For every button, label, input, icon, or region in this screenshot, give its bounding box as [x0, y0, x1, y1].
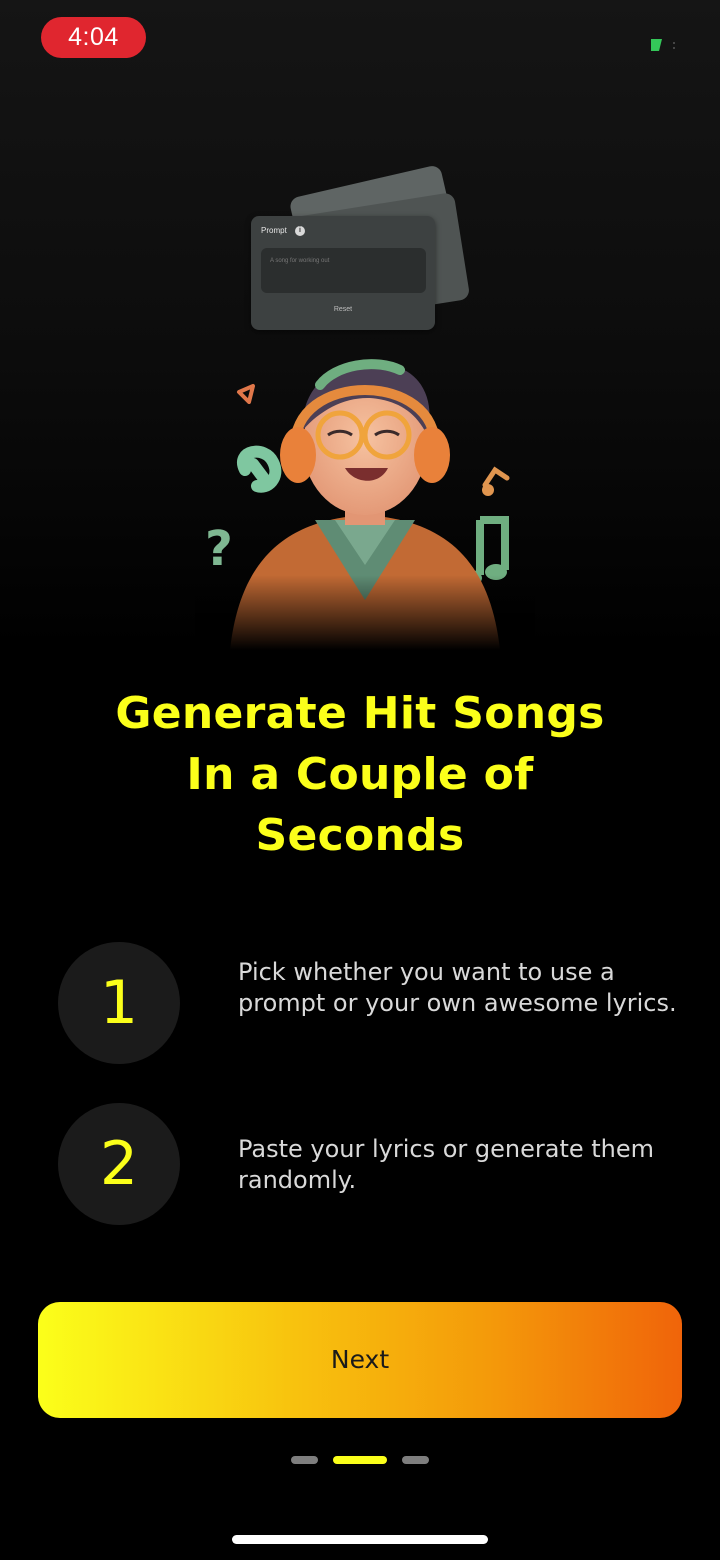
page-dot-3[interactable] [402, 1456, 429, 1464]
headline: Generate Hit Songs In a Couple of Second… [40, 683, 680, 866]
headline-line-1: Generate Hit Songs [115, 688, 605, 739]
onboarding-screen: 4:04 Prompt i A song for working out Res… [0, 0, 720, 1560]
prompt-card-field: A song for working out [261, 248, 426, 293]
headline-line-2: In a Couple of [186, 749, 534, 800]
step-2-text: Paste your lyrics or generate them rando… [238, 1135, 655, 1194]
step-1-number: 1 [58, 942, 180, 1064]
page-dot-2-active[interactable] [333, 1456, 387, 1464]
headline-line-3: Seconds [255, 810, 465, 861]
status-time: 4:04 [41, 17, 146, 58]
step-2-number: 2 [58, 1103, 180, 1225]
character-with-headphones-illustration: ? [195, 350, 535, 650]
prompt-card-reset: Reset [333, 306, 353, 313]
home-indicator[interactable] [232, 1535, 488, 1544]
prompt-card-title: Prompt [261, 226, 287, 235]
next-button[interactable]: Next [38, 1302, 682, 1418]
step-1-text: Pick whether you want to use a prompt or… [238, 958, 677, 1017]
page-dot-1[interactable] [291, 1456, 318, 1464]
info-icon: i [295, 226, 305, 236]
prompt-card-placeholder: A song for working out [270, 258, 330, 264]
battery-icon [651, 39, 675, 51]
prompt-card-preview: Prompt i A song for working out Reset [251, 216, 435, 330]
